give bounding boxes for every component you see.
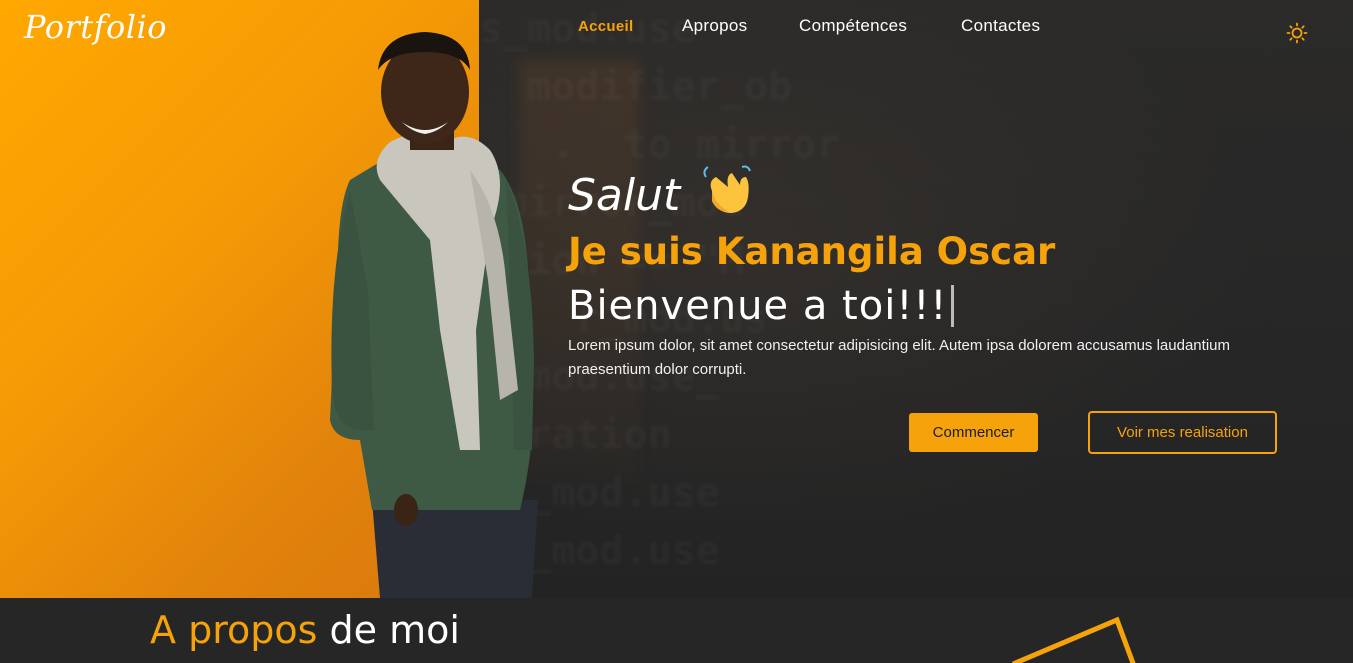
view-work-button[interactable]: Voir mes realisation	[1088, 411, 1277, 454]
nav-item-contactes[interactable]: Contactes	[961, 16, 1040, 36]
hero-description: Lorem ipsum dolor, sit amet consectetur …	[568, 337, 1230, 378]
logo[interactable]: Portfolio	[24, 8, 167, 46]
nav-item-accueil[interactable]: Accueil	[578, 18, 633, 35]
welcome-row: Bienvenue a toi!!!	[568, 280, 955, 332]
start-button[interactable]: Commencer	[909, 413, 1038, 452]
about-title-accent: A propos	[150, 608, 318, 652]
background-code-line: r_mod.use	[479, 464, 1353, 522]
greeting-text: Salut	[568, 170, 681, 221]
greeting-row: Salut	[568, 165, 754, 224]
hero-section: s_mod.use modifier_ob . to mirror mirror…	[0, 0, 1353, 598]
about-title-rest: de moi	[317, 608, 460, 652]
background-code-line: modifier_ob	[479, 58, 1353, 116]
profile-photo	[330, 32, 538, 598]
welcome-text: Bienvenue a toi!!!	[568, 283, 948, 329]
background-code-line: . to mirror	[479, 116, 1353, 174]
waving-hand-icon	[703, 165, 752, 213]
background-code-line: r_mod.use	[479, 522, 1353, 580]
about-section: A propos de moi	[0, 598, 1353, 663]
typing-cursor	[951, 285, 955, 327]
decorative-triangle	[1012, 616, 1136, 663]
hero-name: Je suis Kanangila Oscar	[568, 230, 1056, 273]
nav-item-apropos[interactable]: Apropos	[682, 16, 747, 36]
about-title: A propos de moi	[150, 608, 460, 652]
nav-item-competences[interactable]: Compétences	[799, 16, 907, 36]
sun-icon[interactable]	[1286, 22, 1308, 44]
